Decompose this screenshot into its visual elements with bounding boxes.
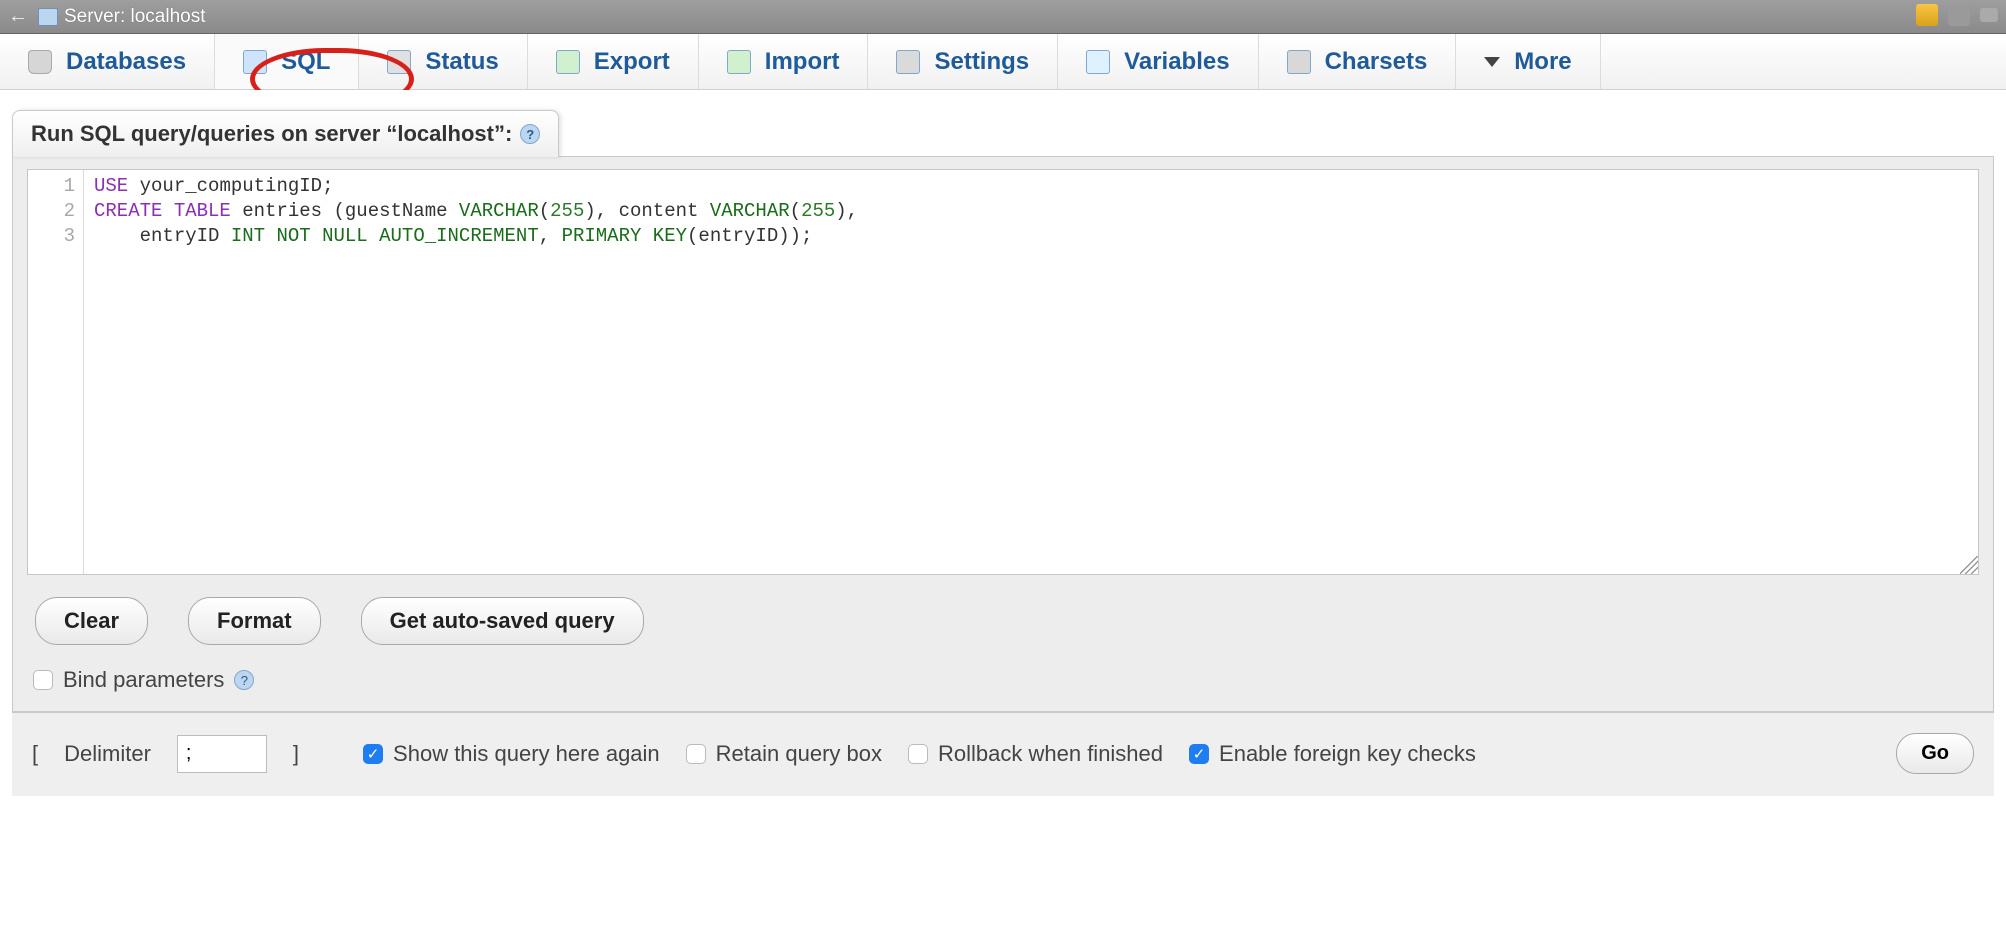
delimiter-input[interactable]	[177, 735, 267, 773]
tab-settings[interactable]: Settings	[868, 34, 1058, 89]
resize-handle-icon[interactable]	[1960, 556, 1978, 574]
help-icon[interactable]: ?	[234, 670, 254, 690]
tab-status[interactable]: Status	[359, 34, 527, 89]
bind-parameters-label: Bind parameters	[63, 667, 224, 693]
server-title: Server: localhost	[64, 6, 206, 28]
sql-icon	[243, 50, 267, 74]
panel-heading-tab: Run SQL query/queries on server “localho…	[12, 110, 559, 157]
chevron-down-icon	[1484, 57, 1500, 67]
status-icon	[387, 50, 411, 74]
footer-bar: [ Delimiter ] ✓ Show this query here aga…	[12, 712, 1994, 796]
tabstrip: Databases SQL Status Export Import Setti…	[0, 34, 2006, 90]
show-again-checkbox[interactable]: ✓	[363, 744, 383, 764]
import-icon	[727, 50, 751, 74]
content: Run SQL query/queries on server “localho…	[0, 90, 2006, 796]
tab-databases[interactable]: Databases	[0, 34, 215, 89]
option-show-again[interactable]: ✓ Show this query here again	[363, 741, 660, 767]
tab-label: Status	[425, 48, 498, 76]
database-icon	[28, 50, 52, 74]
option-rollback[interactable]: Rollback when finished	[908, 741, 1163, 767]
rollback-label: Rollback when finished	[938, 741, 1163, 767]
gear-icon[interactable]	[1948, 4, 1970, 26]
tab-export[interactable]: Export	[528, 34, 699, 89]
tab-label: Settings	[934, 48, 1029, 76]
tab-label: More	[1514, 48, 1571, 76]
tab-label: SQL	[281, 48, 330, 76]
editor-code[interactable]: USE your_computingID; CREATE TABLE entri…	[84, 170, 866, 574]
option-retain[interactable]: Retain query box	[686, 741, 882, 767]
topbar-right-icons	[1916, 4, 1998, 26]
clear-button[interactable]: Clear	[35, 597, 148, 645]
tab-label: Export	[594, 48, 670, 76]
format-button[interactable]: Format	[188, 597, 321, 645]
delimiter-bracket-close: ]	[293, 741, 299, 767]
rollback-checkbox[interactable]	[908, 744, 928, 764]
get-autosaved-button[interactable]: Get auto-saved query	[361, 597, 644, 645]
tab-import[interactable]: Import	[699, 34, 869, 89]
editor-buttons: Clear Format Get auto-saved query	[35, 597, 1979, 645]
tab-more[interactable]: More	[1456, 34, 1600, 89]
charsets-icon	[1287, 50, 1311, 74]
variables-icon	[1086, 50, 1110, 74]
retain-label: Retain query box	[716, 741, 882, 767]
tab-variables[interactable]: Variables	[1058, 34, 1258, 89]
tab-charsets[interactable]: Charsets	[1259, 34, 1457, 89]
sql-editor[interactable]: 123 USE your_computingID; CREATE TABLE e…	[27, 169, 1979, 575]
server-icon	[38, 8, 58, 26]
help-icon[interactable]: ?	[520, 124, 540, 144]
tab-label: Charsets	[1325, 48, 1428, 76]
fk-checks-label: Enable foreign key checks	[1219, 741, 1476, 767]
fk-checks-checkbox[interactable]: ✓	[1189, 744, 1209, 764]
tab-label: Databases	[66, 48, 186, 76]
panel-body: 123 USE your_computingID; CREATE TABLE e…	[12, 156, 1994, 712]
option-fk-checks[interactable]: ✓ Enable foreign key checks	[1189, 741, 1476, 767]
topbar: ← Server: localhost	[0, 0, 2006, 34]
settings-icon	[896, 50, 920, 74]
retain-checkbox[interactable]	[686, 744, 706, 764]
export-icon	[556, 50, 580, 74]
editor-gutter: 123	[28, 170, 84, 574]
bind-parameters-checkbox[interactable]	[33, 670, 53, 690]
collapse-icon[interactable]	[1980, 8, 1998, 22]
back-arrow-icon[interactable]: ←	[8, 5, 38, 28]
tab-sql[interactable]: SQL	[215, 34, 359, 89]
bind-parameters-row: Bind parameters ?	[33, 667, 1979, 693]
delimiter-label: Delimiter	[64, 741, 151, 767]
panel-heading-text: Run SQL query/queries on server “localho…	[31, 121, 512, 147]
tab-label: Import	[765, 48, 840, 76]
tab-label: Variables	[1124, 48, 1229, 76]
show-again-label: Show this query here again	[393, 741, 660, 767]
delimiter-bracket-open: [	[32, 741, 38, 767]
go-button[interactable]: Go	[1896, 733, 1974, 774]
lock-icon[interactable]	[1916, 4, 1938, 26]
